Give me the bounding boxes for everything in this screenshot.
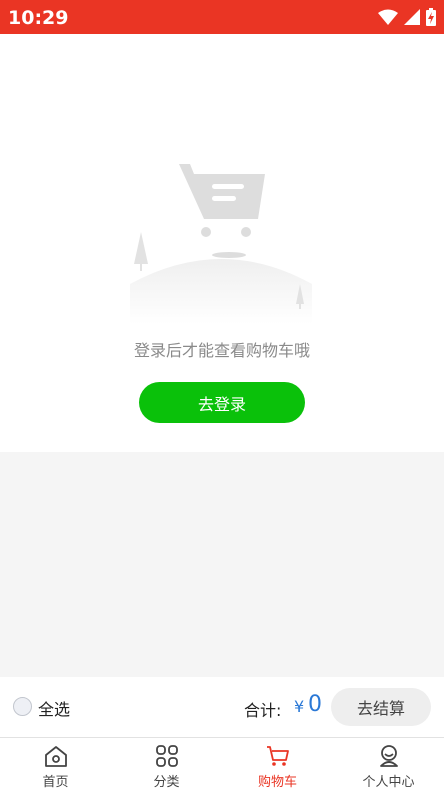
wifi-icon	[378, 9, 398, 25]
bottom-tabbar: 首页 分类 购物车 个人中心	[0, 738, 444, 794]
tab-cart-label: 购物车	[257, 775, 297, 790]
status-bar: 10:29	[0, 0, 444, 34]
tab-home-label: 首页	[42, 775, 69, 790]
cart-content: 登录后才能查看购物车哦 去登录	[0, 34, 444, 452]
cart-icon	[266, 746, 289, 766]
select-all-checkbox[interactable]	[13, 697, 32, 716]
empty-cart-illustration	[130, 164, 312, 324]
battery-charging-icon	[426, 8, 436, 26]
checkout-button[interactable]: 去结算	[331, 688, 431, 726]
tab-home[interactable]: 首页	[0, 738, 111, 794]
select-all-label[interactable]: 全选	[38, 696, 70, 720]
signal-icon	[404, 9, 420, 25]
home-icon	[44, 746, 67, 767]
total-amount: 0	[308, 692, 322, 717]
tab-category[interactable]: 分类	[111, 738, 222, 794]
status-time: 10:29	[8, 7, 69, 29]
tab-profile[interactable]: 个人中心	[333, 738, 444, 794]
tab-profile-label: 个人中心	[362, 775, 415, 790]
tab-cart[interactable]: 购物车	[222, 738, 333, 794]
total-label: 合计:	[244, 701, 282, 720]
checkout-bar: 全选 合计: ¥ 0 去结算	[0, 677, 444, 738]
profile-icon	[379, 745, 398, 767]
status-icons	[378, 8, 436, 26]
login-button[interactable]: 去登录	[139, 382, 305, 423]
tab-category-label: 分类	[153, 775, 180, 790]
empty-cart-message: 登录后才能查看购物车哦	[133, 341, 310, 360]
category-icon	[155, 745, 178, 767]
total-currency: ¥	[294, 697, 305, 716]
